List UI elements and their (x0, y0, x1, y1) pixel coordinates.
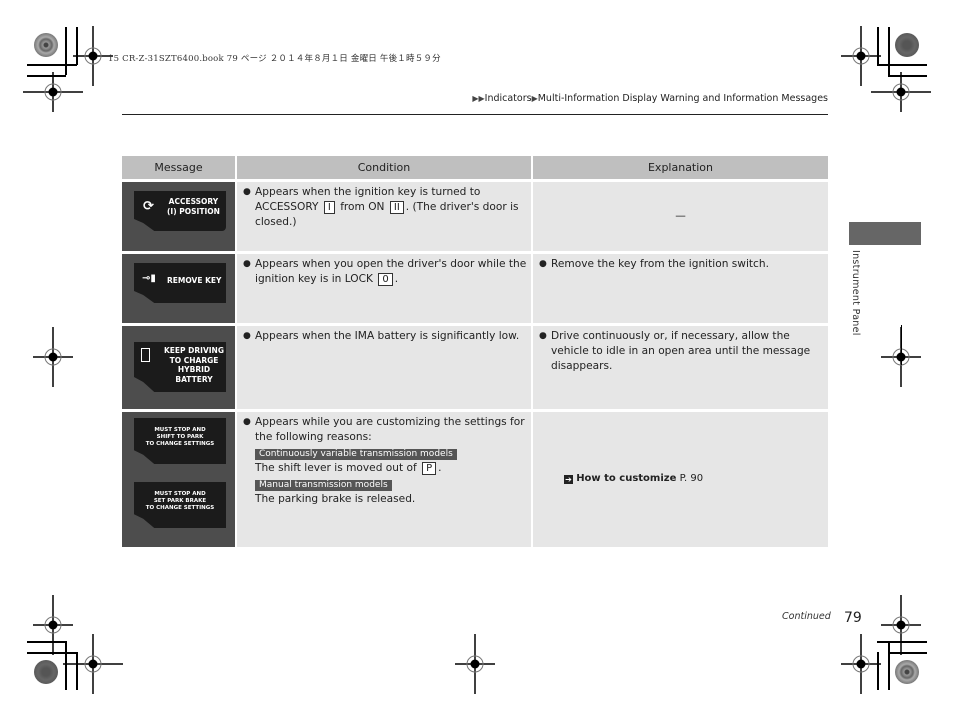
table-row: ⟳ ACCESSORY (I) POSITION ● Appears when … (122, 182, 828, 251)
cross-reference-link[interactable]: ➔ How to customize P. 90 (564, 471, 703, 486)
display-line: TO CHANGE SETTINGS (145, 505, 215, 511)
condition-cell: ● Appears when the IMA battery is signif… (237, 326, 531, 409)
condition-cell: ● Appears when you open the driver's doo… (237, 254, 531, 323)
explanation-cell: — (533, 182, 828, 251)
condition-text: The parking brake is released. (255, 493, 416, 505)
display-line: MUST STOP AND (154, 427, 206, 433)
bullet-icon: ● (539, 331, 547, 341)
bullet-icon: ● (243, 331, 251, 341)
bullet-icon: ● (539, 259, 547, 269)
display-line: SET PARK BRAKE (153, 498, 207, 504)
explanation-cell: ➔ How to customize P. 90 (533, 412, 828, 547)
key-remove-icon: ⊸▮ (142, 273, 156, 284)
chapter-label: Instrument Panel (850, 250, 861, 336)
model-tag-manual: Manual transmission models (255, 480, 392, 491)
display-line: REMOVE KEY (167, 276, 222, 285)
breadcrumb: ▶▶Indicators▶Multi-Information Display W… (472, 93, 828, 104)
shift-position-key: P (422, 462, 437, 475)
ignition-position-key: II (389, 201, 404, 214)
bullet-icon: ● (243, 259, 251, 269)
messages-table: Message Condition Explanation ⟳ ACCESSOR… (122, 156, 828, 547)
condition-cell: ● Appears while you are customizing the … (237, 412, 531, 547)
registration-target-icon (871, 72, 931, 112)
registration-target-icon (881, 595, 921, 655)
display-line: MUST STOP AND (154, 491, 206, 497)
display-line: TO CHARGE (169, 355, 219, 365)
page-number: 79 (844, 610, 862, 626)
bullet-icon: ● (243, 187, 251, 197)
ignition-position-key: I (323, 201, 335, 214)
display-line: SHIFT TO PARK (156, 434, 204, 440)
display-screen: ⊸▮ REMOVE KEY (134, 263, 226, 303)
explanation-text: Remove the key from the ignition switch. (551, 258, 769, 270)
message-image: ⟳ ACCESSORY (I) POSITION (122, 182, 235, 251)
header-condition: Condition (237, 156, 531, 179)
table-row: MUST STOP AND SHIFT TO PARK TO CHANGE SE… (122, 412, 828, 547)
crop-mark (901, 325, 902, 365)
chapter-tab[interactable] (849, 222, 921, 245)
display-screen: MUST STOP AND SHIFT TO PARK TO CHANGE SE… (134, 418, 226, 464)
table-row: ⊸▮ REMOVE KEY ● Appears when you open th… (122, 254, 828, 323)
display-line: BATTERY (175, 374, 213, 384)
breadcrumb-item-indicators[interactable]: Indicators (485, 93, 532, 104)
header-rule (122, 114, 828, 115)
explanation-cell: ● Drive continuously or, if necessary, a… (533, 326, 828, 409)
printer-slug: 15 CR-Z-31SZT6400.book 79 ページ ２０１４年８月１日 … (108, 54, 441, 64)
table-header: Message Condition Explanation (122, 156, 828, 179)
reference-arrow-icon: ➔ (564, 475, 573, 484)
display-line: HYBRID (177, 365, 211, 374)
registration-target-icon (455, 634, 495, 694)
condition-cell: ● Appears when the ignition key is turne… (237, 182, 531, 251)
battery-icon (141, 348, 150, 362)
condition-text: Appears when the IMA battery is signific… (255, 330, 520, 342)
table-row: KEEP DRIVING TO CHARGE HYBRID BATTERY ● … (122, 326, 828, 409)
explanation-text: — (675, 210, 686, 222)
explanation-cell: ● Remove the key from the ignition switc… (533, 254, 828, 323)
display-line: KEEP DRIVING (164, 346, 224, 355)
explanation-text: Drive continuously or, if necessary, all… (551, 330, 811, 372)
display-screen: ⟳ ACCESSORY (I) POSITION (134, 191, 226, 231)
message-image: ⊸▮ REMOVE KEY (122, 254, 235, 323)
key-accessory-icon: ⟳ (143, 199, 154, 214)
message-image: KEEP DRIVING TO CHARGE HYBRID BATTERY (122, 326, 235, 409)
condition-text: The shift lever is moved out of (255, 462, 417, 474)
registration-target-icon (33, 327, 73, 387)
continued-label: Continued (782, 611, 831, 622)
registration-target-icon (63, 634, 123, 694)
registration-target-icon (23, 72, 83, 112)
display-screen: KEEP DRIVING TO CHARGE HYBRID BATTERY (134, 342, 226, 392)
message-image: MUST STOP AND SHIFT TO PARK TO CHANGE SE… (122, 412, 235, 547)
bullet-icon: ● (243, 417, 251, 427)
condition-text: Appears while you are customizing the se… (255, 416, 525, 443)
breadcrumb-arrow-icon: ▶▶ (472, 94, 485, 103)
breadcrumb-item-current: Multi-Information Display Warning and In… (537, 93, 828, 104)
ignition-position-key: 0 (378, 273, 393, 286)
display-line: ACCESSORY (168, 197, 219, 206)
model-tag-cvt: Continuously variable transmission model… (255, 449, 457, 460)
header-message: Message (122, 156, 235, 179)
display-line: (I) POSITION (167, 207, 220, 216)
display-line: TO CHANGE SETTINGS (145, 441, 215, 447)
header-explanation: Explanation (533, 156, 828, 179)
display-screen: MUST STOP AND SET PARK BRAKE TO CHANGE S… (134, 482, 226, 528)
